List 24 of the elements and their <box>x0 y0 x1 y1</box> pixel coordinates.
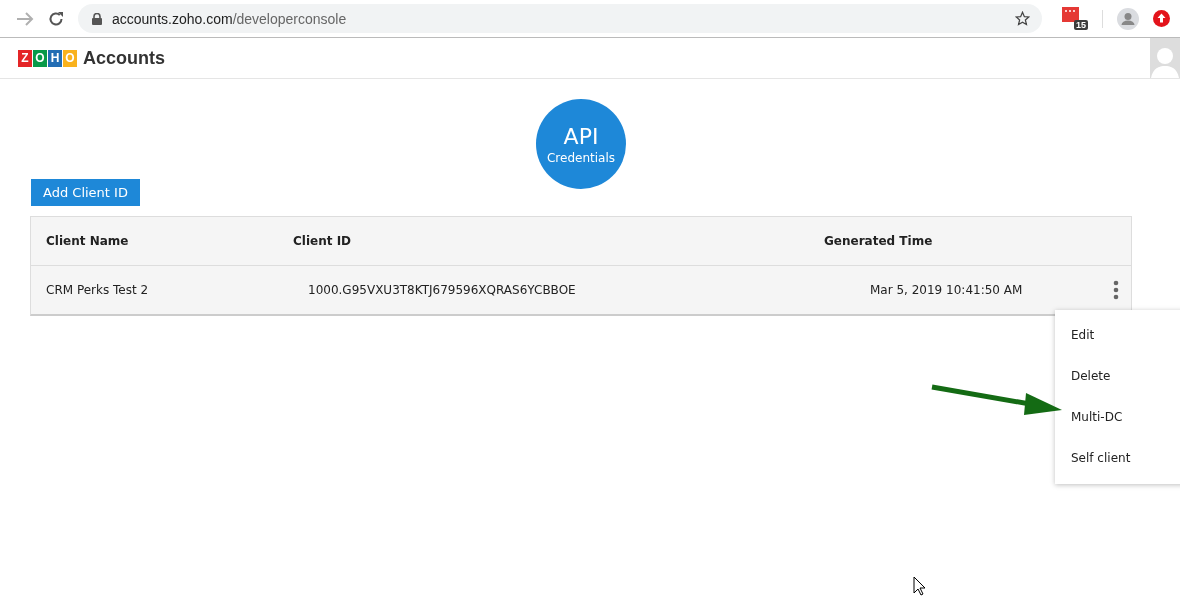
url-text: accounts.zoho.com/developerconsole <box>112 10 348 27</box>
reload-icon[interactable] <box>48 10 64 27</box>
menu-item[interactable]: Delete <box>1055 356 1180 397</box>
lock-icon <box>92 12 102 25</box>
app-title: Accounts <box>83 47 165 69</box>
extension-badge: 15 <box>1074 20 1088 30</box>
zoho-logo: Z O H O <box>18 49 77 67</box>
table-cell-text: 1000.G95VXU3T8KTJ679596XQRAS6YCBBOE <box>307 283 577 297</box>
mouse-cursor-icon <box>913 576 926 596</box>
api-credentials-badge: API Credentials <box>536 99 626 189</box>
menu-item[interactable]: Self client <box>1055 438 1180 479</box>
column-header: Client Name <box>45 234 130 248</box>
table-cell-text: CRM Perks Test 2 <box>45 283 150 297</box>
more-options-icon[interactable] <box>1113 280 1119 300</box>
menu-item[interactable]: Multi-DC <box>1055 397 1180 438</box>
table-cell-text: Mar 5, 2019 10:41:50 AM <box>869 283 1023 297</box>
upload-extension-icon[interactable] <box>1153 10 1170 27</box>
column-header: Generated Time <box>824 234 933 248</box>
address-bar[interactable]: accounts.zoho.com/developerconsole <box>78 4 1042 33</box>
profile-icon[interactable] <box>1117 7 1139 30</box>
star-icon[interactable] <box>1015 11 1030 26</box>
add-client-id-button[interactable]: Add Client ID <box>31 179 140 206</box>
menu-item[interactable]: Edit <box>1055 315 1180 356</box>
column-header: Client ID <box>293 234 353 248</box>
